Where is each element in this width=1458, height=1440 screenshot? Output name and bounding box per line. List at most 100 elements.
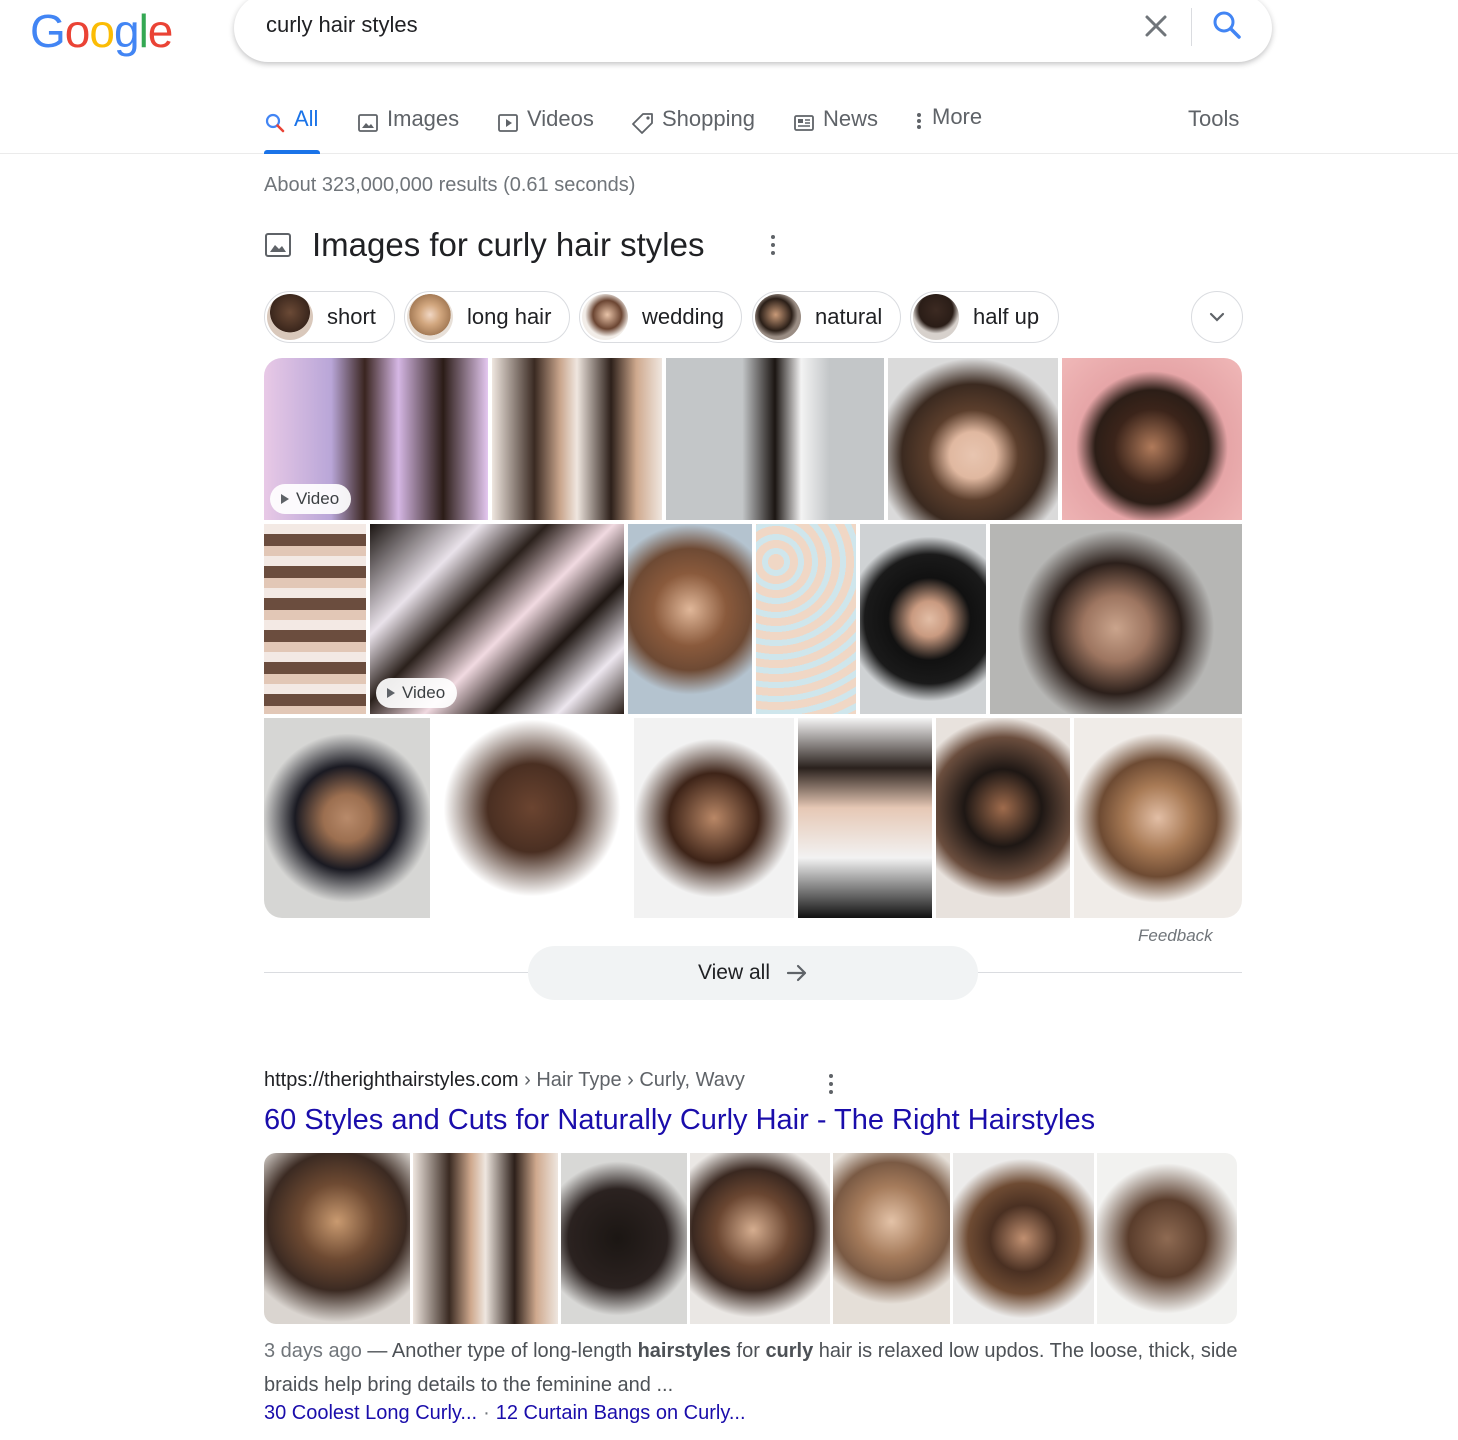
more-vert-icon (917, 113, 921, 129)
chip-label: wedding (642, 304, 724, 329)
image-result[interactable] (1062, 358, 1242, 520)
logo-letter: g (113, 5, 140, 57)
result-domain: https://therighthairstyles.com (264, 1069, 519, 1091)
search-box[interactable]: curly hair styles (234, 0, 1272, 62)
images-section-title[interactable]: Images for curly hair styles (312, 226, 704, 264)
tab-label: More (932, 104, 983, 129)
tab-label: Shopping (662, 106, 755, 131)
tab-more[interactable]: More (914, 104, 982, 152)
sitelink[interactable]: 30 Coolest Long Curly... (264, 1402, 477, 1424)
images-section-header: Images for curly hair styles (264, 226, 704, 264)
sitelink-separator: · (483, 1402, 490, 1424)
logo-letter: l (138, 5, 149, 57)
view-all-button[interactable]: View all (528, 946, 978, 1000)
image-grid: Video Video (264, 358, 1242, 918)
snippet-text: for (730, 1340, 766, 1362)
video-badge-label: Video (296, 489, 340, 508)
image-result[interactable] (666, 358, 884, 520)
more-options-icon[interactable] (770, 233, 776, 257)
tag-icon (632, 113, 653, 134)
image-result[interactable] (628, 524, 752, 714)
tab-label: All (294, 106, 319, 131)
image-result[interactable] (413, 1153, 558, 1324)
logo-letter: o (64, 5, 91, 57)
arrow-right-icon (786, 964, 807, 982)
sitelinks: 30 Coolest Long Curly... · 12 Curtain Bang… (264, 1402, 746, 1425)
logo-letter: G (30, 5, 66, 57)
chip-thumbnail (755, 294, 801, 340)
play-icon (387, 688, 395, 698)
image-result[interactable] (634, 718, 794, 918)
result-stats: About 323,000,000 results (0.61 seconds) (264, 174, 636, 196)
result-options-icon[interactable] (828, 1072, 834, 1096)
play-icon (498, 114, 518, 132)
chip-label: long hair (467, 304, 552, 329)
chip-thumbnail (913, 294, 959, 340)
result-url[interactable]: https://therighthairstyles.com › Hair Ty… (264, 1069, 745, 1092)
image-result[interactable] (561, 1153, 687, 1324)
chip-thumbnail (267, 294, 313, 340)
chip-long-hair[interactable]: long hair (404, 291, 570, 343)
chip-short[interactable]: short (264, 291, 395, 343)
clear-icon[interactable] (1140, 10, 1172, 42)
snippet-bold: hairstyles (637, 1340, 731, 1362)
tab-label: Videos (527, 106, 594, 131)
chip-label: natural (815, 304, 883, 329)
tab-shopping[interactable]: Shopping (632, 106, 755, 154)
chip-wedding[interactable]: wedding (579, 291, 742, 343)
snippet-bold: curly (765, 1340, 814, 1362)
image-result[interactable] (756, 524, 856, 714)
image-result[interactable] (798, 718, 932, 918)
feedback-link[interactable]: Feedback (1138, 926, 1213, 946)
image-result[interactable] (434, 718, 630, 918)
image-icon (358, 114, 378, 132)
google-logo[interactable]: Google (30, 4, 174, 58)
tab-videos[interactable]: Videos (497, 106, 594, 154)
chip-label: half up (973, 304, 1040, 329)
search-tabs: All Images Videos Shopping News More Too… (0, 100, 1458, 154)
image-result[interactable] (264, 718, 430, 918)
image-result[interactable] (833, 1153, 950, 1324)
image-result[interactable]: Video (264, 358, 488, 520)
search-divider (1191, 8, 1192, 46)
image-result[interactable] (990, 524, 1242, 714)
play-icon (281, 494, 289, 504)
search-input[interactable]: curly hair styles (266, 12, 418, 38)
chip-natural[interactable]: natural (752, 291, 901, 343)
image-result[interactable] (264, 524, 366, 714)
search-icon[interactable] (1210, 8, 1244, 42)
image-result[interactable] (1097, 1153, 1237, 1324)
tab-all[interactable]: All (264, 106, 320, 154)
expand-chips-button[interactable] (1191, 291, 1243, 343)
chip-half-up[interactable]: half up (910, 291, 1059, 343)
video-badge: Video (270, 484, 352, 514)
tab-label: Images (387, 106, 460, 131)
image-result[interactable] (1074, 718, 1242, 918)
sitelink[interactable]: 12 Curtain Bangs on Curly... (496, 1402, 746, 1424)
news-icon (794, 115, 814, 131)
image-result[interactable] (953, 1153, 1094, 1324)
result-image-strip (264, 1153, 1237, 1324)
view-all-label: View all (698, 961, 770, 984)
image-result[interactable] (888, 358, 1058, 520)
result-title-link[interactable]: 60 Styles and Cuts for Naturally Curly H… (264, 1104, 1095, 1137)
chip-thumbnail (582, 294, 628, 340)
tab-label: News (823, 106, 879, 131)
image-result[interactable] (492, 358, 662, 520)
snippet-text: — Another type of long-length (361, 1340, 638, 1362)
chip-thumbnail (407, 294, 453, 340)
tools-button[interactable]: Tools (1188, 106, 1239, 132)
image-result[interactable]: Video (370, 524, 624, 714)
image-icon (265, 233, 291, 257)
video-badge-label: Video (402, 683, 446, 702)
image-result[interactable] (936, 718, 1070, 918)
result-breadcrumb: › Hair Type › Curly, Wavy (524, 1069, 745, 1091)
result-snippet: 3 days ago — Another type of long-length… (264, 1334, 1244, 1402)
tab-images[interactable]: Images (357, 106, 459, 154)
image-result[interactable] (264, 1153, 410, 1324)
video-badge: Video (376, 678, 458, 708)
image-result[interactable] (690, 1153, 830, 1324)
image-result[interactable] (860, 524, 986, 714)
tab-news[interactable]: News (793, 106, 878, 154)
logo-letter: e (147, 5, 174, 57)
